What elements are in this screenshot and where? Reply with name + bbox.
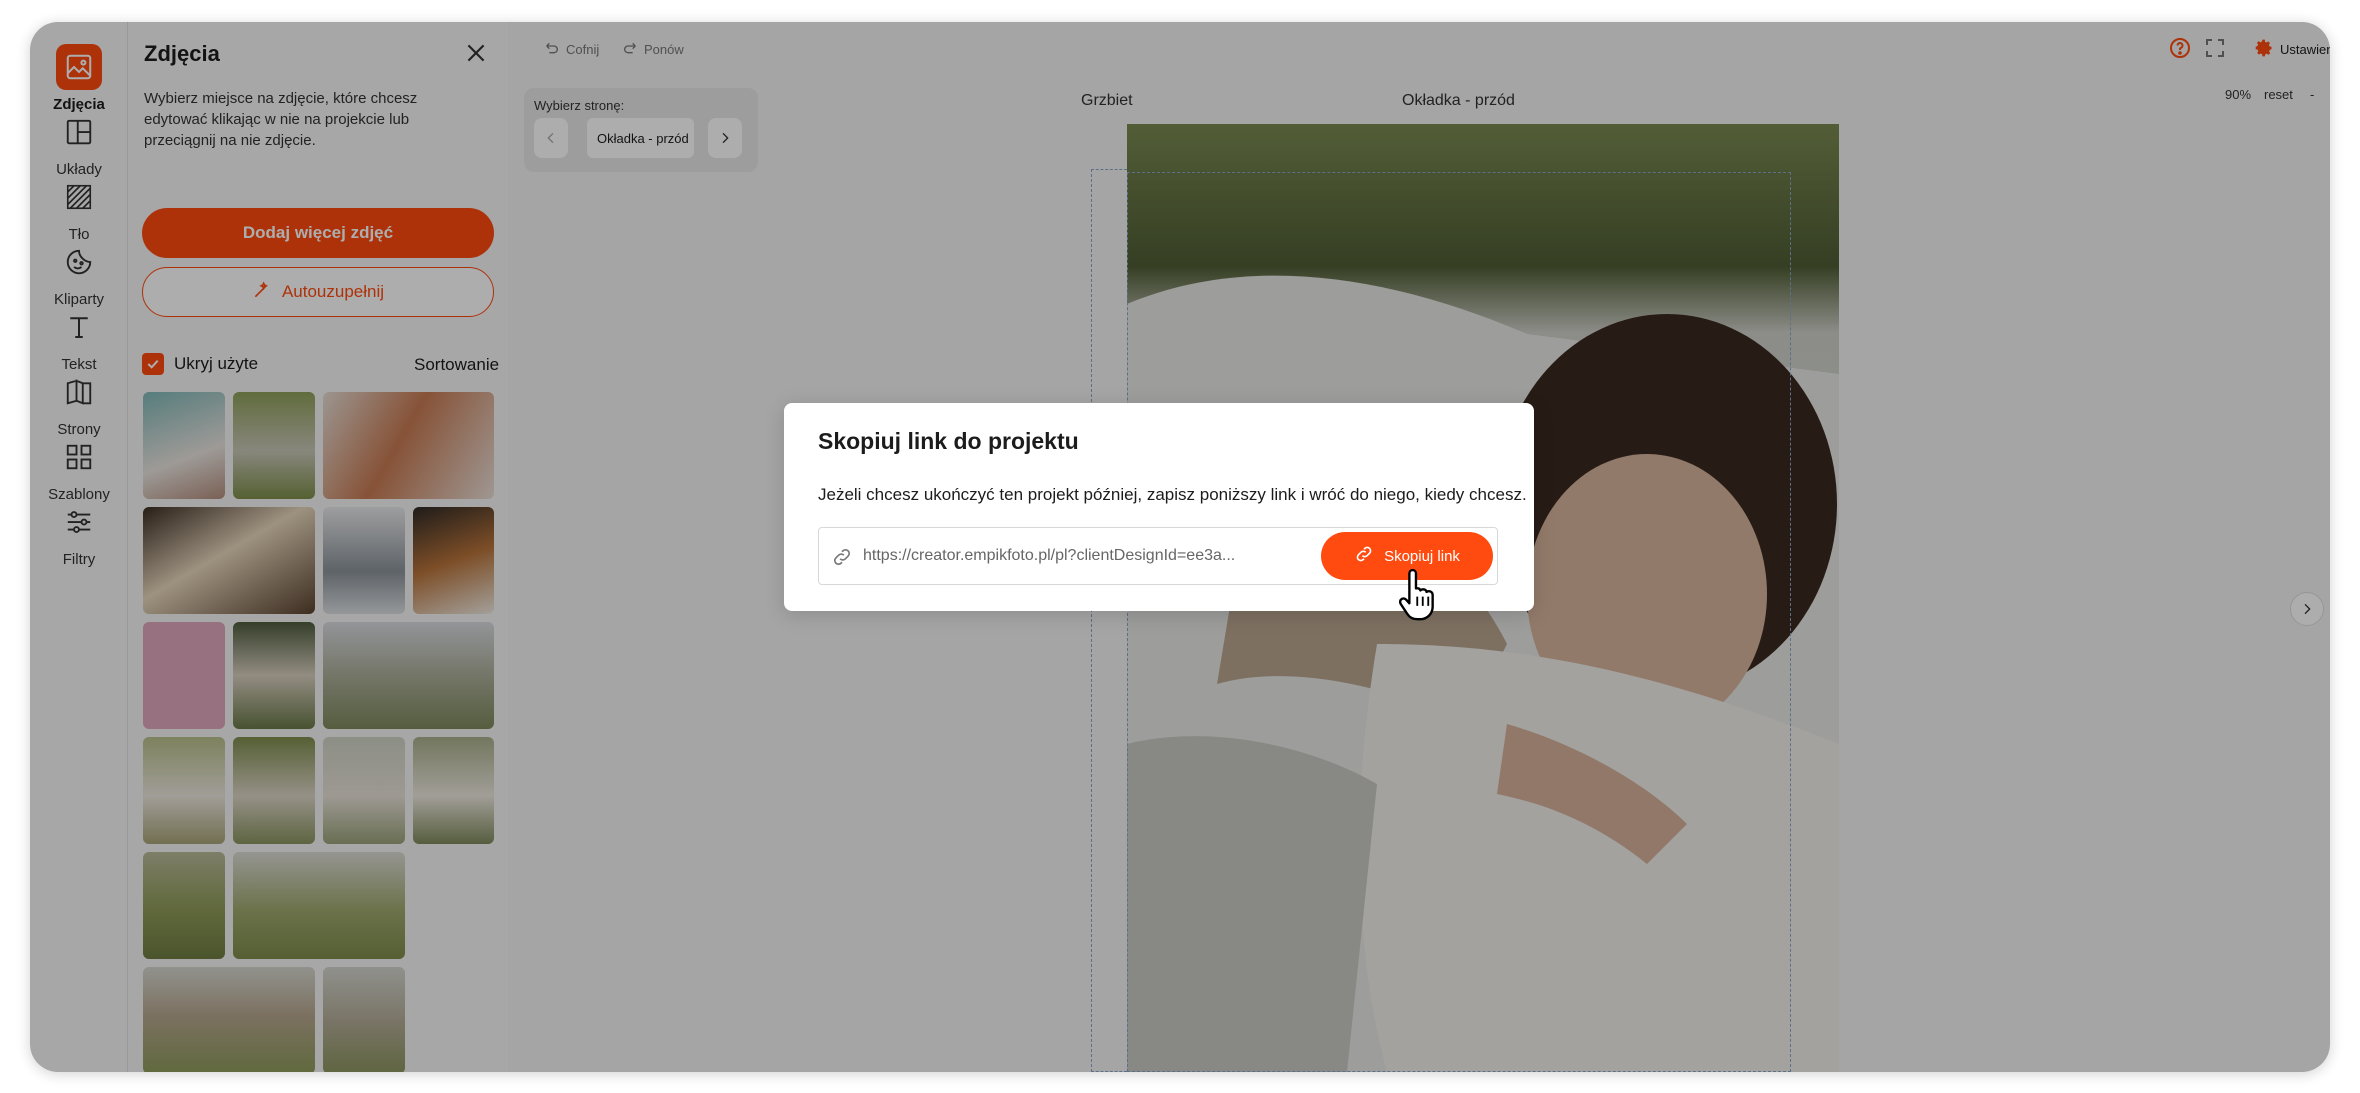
hand-cursor-icon <box>1398 565 1442 621</box>
copy-link-label: Skopiuj link <box>1384 547 1460 565</box>
dialog-title: Skopiuj link do projektu <box>818 428 1079 454</box>
project-link-value: https://creator.empikfoto.pl/pl?clientDe… <box>863 547 1236 564</box>
link-icon <box>1354 544 1374 568</box>
link-icon <box>831 546 853 568</box>
dialog-text: Jeżeli chcesz ukończyć ten projekt późni… <box>818 485 1527 504</box>
project-link-field[interactable]: https://creator.empikfoto.pl/pl?clientDe… <box>818 527 1498 585</box>
